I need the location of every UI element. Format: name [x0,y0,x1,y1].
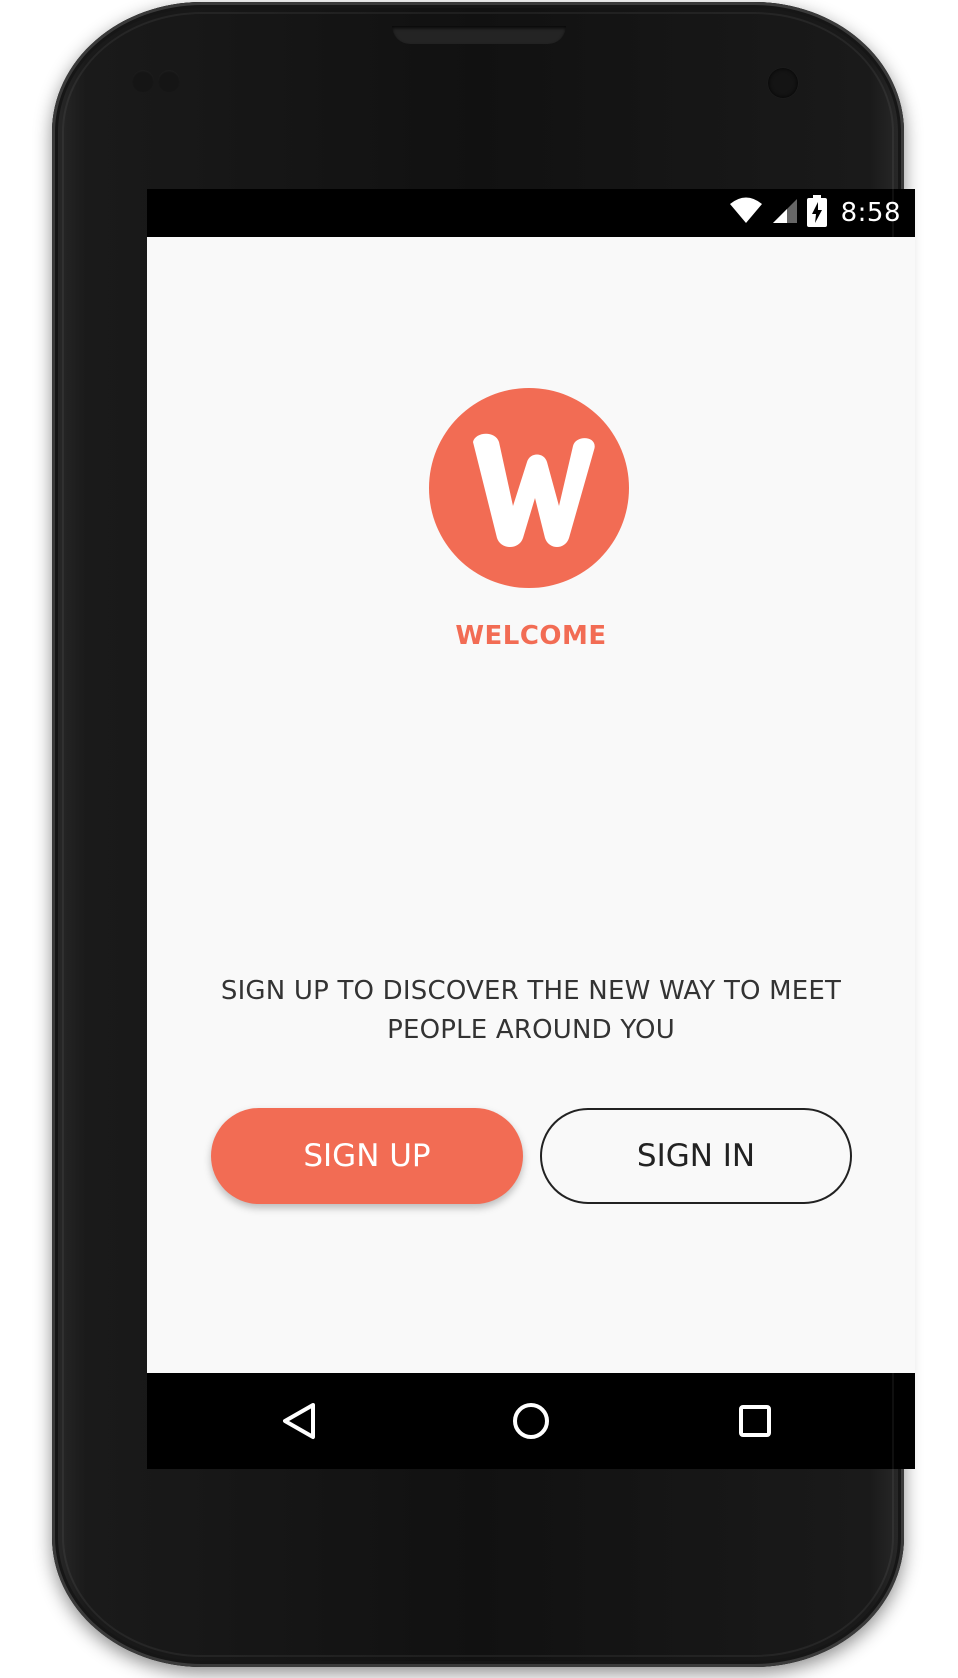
welcome-heading: WELCOME [455,621,607,651]
sign-up-button[interactable]: SIGN UP [211,1108,523,1204]
navigation-bar [147,1373,915,1469]
phone-frame: 8:58 WELCOME SIGN UP TO DISCOVER THE NEW… [52,2,915,1667]
sign-up-label: SIGN UP [303,1138,431,1174]
home-icon[interactable] [507,1397,555,1445]
speaker-grille [392,26,566,44]
back-icon[interactable] [275,1397,323,1445]
status-icons: 8:58 [729,189,901,237]
sign-in-label: SIGN IN [636,1138,756,1174]
status-bar: 8:58 [147,189,915,237]
screen: 8:58 WELCOME SIGN UP TO DISCOVER THE NEW… [147,189,915,1469]
recents-icon[interactable] [731,1397,779,1445]
tagline: SIGN UP TO DISCOVER THE NEW WAY TO MEET … [220,976,842,1045]
app-logo [429,388,629,588]
proximity-sensor [132,70,154,92]
w-logo-icon [473,433,595,547]
clock: 8:58 [840,198,901,228]
wifi-icon [729,197,763,230]
light-sensor [158,70,180,92]
sign-in-button[interactable]: SIGN IN [540,1108,852,1204]
cell-signal-icon [771,197,799,230]
front-camera [768,68,798,98]
battery-charging-icon [806,194,827,232]
